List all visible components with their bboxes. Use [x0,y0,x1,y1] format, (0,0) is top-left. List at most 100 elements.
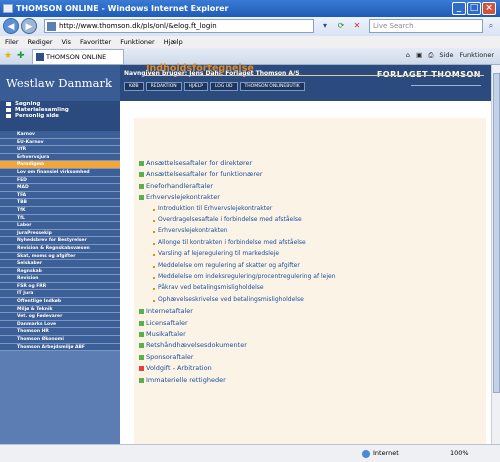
top-links: KØB REDAKTION HJÆLP LOG UD THOMSON ONLINEBUT… [124,82,307,91]
dropdown-icon[interactable]: ▾ [318,19,332,33]
sidebar-item[interactable]: TBB [0,199,120,207]
toc-item[interactable]: Eneforhandleraftaler [139,182,213,190]
menu-view[interactable]: Vis [62,38,72,46]
favorites-star-icon[interactable]: ★ [4,51,12,61]
link-redaktion[interactable]: REDAKTION [145,82,182,91]
sidebar-item[interactable]: Nyhedsbrev for Bestyrelser [0,237,120,245]
toc-item[interactable]: Erhvervslejekontrakter [139,193,220,201]
add-favorite-icon[interactable]: ✚ [17,51,25,61]
sidebar-item[interactable]: Regnskab [0,267,120,276]
sidebar-item[interactable]: Selskaber [0,260,120,268]
sidebar-item[interactable]: Revision & Regnskabsvæsen [0,244,120,253]
sidebar-item[interactable]: JuraPressekip [0,229,120,238]
sidebar-item[interactable]: Revision [0,275,120,283]
sidebar-item[interactable]: TfK [0,206,120,215]
sidebar-item[interactable]: Thomson Økonomi [0,336,120,344]
expand-icon[interactable] [139,309,144,315]
home-icon[interactable]: ⌂ [406,51,410,59]
toc-subitem[interactable]: Meddelelse om regulering af skatter og a… [153,261,300,269]
search-input[interactable]: Live Search [369,19,483,33]
expand-icon[interactable] [139,354,144,360]
expand-icon[interactable] [139,161,144,166]
menu-file[interactable]: Filer [5,38,19,46]
westlaw-logo[interactable]: Westlaw Danmark [0,65,120,101]
toc-label: Meddelelse om indeksregulering/procentre… [158,273,336,280]
stop-icon[interactable]: ✕ [350,19,364,33]
toc-label: Meddelelse om regulering af skatter og a… [158,261,300,269]
toc-item[interactable]: Ansættelsesaftaler for direktører [139,159,252,167]
sidebar-item[interactable]: IT Jura [0,290,120,299]
refresh-icon[interactable]: ⟳ [334,19,348,33]
expand-icon[interactable] [139,366,144,372]
menu-tools[interactable]: Funktioner [120,38,155,46]
sidebar-item[interactable]: Miljø & Teknik [0,305,120,314]
link-help[interactable]: HJÆLP [183,82,208,91]
expand-icon[interactable] [139,332,144,337]
link-logout[interactable]: LOG UD [209,82,238,91]
tab-thomson-online[interactable]: THOMSON ONLINE [32,49,124,64]
expand-icon[interactable] [139,343,144,349]
feeds-icon[interactable]: ▣ [416,51,422,59]
forward-button[interactable]: ▶ [21,18,37,34]
sidebar-item[interactable]: Skat, moms og afgifter [0,252,120,261]
expand-icon[interactable] [139,172,144,178]
sidebar-item[interactable]: FSR og FRR [0,282,120,291]
sidebar-item[interactable]: EU-Karnov [0,138,120,147]
sidebar-item[interactable]: Lov om finansiel virksomhed [0,168,120,177]
menu-edit[interactable]: Rediger [28,38,53,46]
toc-subitem[interactable]: Overdragelsesaftale i forbindelse med af… [153,216,302,223]
link-webshop[interactable]: THOMSON ONLINEBUTIK [239,82,305,91]
sidebar-item[interactable]: FED [0,176,120,185]
minimize-button[interactable]: _ [452,2,466,15]
sidebar-item[interactable]: Thomson HR [0,328,120,337]
menu-help[interactable]: Hjælp [164,38,183,46]
scroll-thumb[interactable] [493,73,500,393]
toc-item[interactable]: Immaterielle rettigheder [139,376,226,384]
expand-icon[interactable] [139,377,144,383]
sidebar-item[interactable]: Danmarks Love [0,320,120,329]
page-menu[interactable]: Side [439,51,453,59]
maximize-button[interactable]: □ [467,2,481,15]
menu-favorites[interactable]: Favoritter [80,38,111,46]
sidebar-item[interactable]: Offentlige Indkøb [0,298,120,306]
toc-item[interactable]: Retshåndhævelsesdokumenter [139,341,247,349]
sidebar-item[interactable]: MAD [0,184,120,192]
toc-subitem[interactable]: Varsling af lejeregulering til markedsle… [152,250,279,257]
toc-subitem[interactable]: Meddelelse om indeksregulering/procentre… [153,273,336,280]
sidebar: Karnov EU-Karnov UfR Erhvervsjura Paradigma L… [0,131,120,444]
expand-icon[interactable] [139,195,144,201]
toc-subitem[interactable]: Ophævelseskrivelse ved betalingsmisligho… [153,296,304,303]
tools-menu[interactable]: Funktioner [459,51,494,59]
toc-subitem[interactable]: Påkrav ved betalingsmisligholdelse [153,284,264,291]
toc-item[interactable]: Licensaftaler [139,319,188,327]
toc-label: Introduktion til Erhvervslejekontrakter [158,204,273,212]
search-icon[interactable]: ⌕ [484,19,498,33]
sidebar-item[interactable]: Karnov [0,131,120,139]
sidebar-item[interactable]: TFA [0,191,120,200]
toc-subitem[interactable]: Erhvervslejekontrakten [153,227,228,234]
close-button[interactable]: × [482,2,496,15]
expand-icon[interactable] [139,320,144,326]
address-field[interactable]: http://www.thomson.dk/pls/onl/&elog.ft_l… [44,19,314,33]
toc-subitem[interactable]: Allonge til kontrakten i forbindelse med… [153,239,306,246]
toc-subitem[interactable]: Introduktion til Erhvervslejekontrakter [152,204,273,212]
vertical-scrollbar[interactable] [491,65,500,444]
zoom-level[interactable]: 100% [450,445,469,462]
back-button[interactable]: ◀ [3,18,19,34]
toc-item[interactable]: Sponsoraftaler [139,353,194,361]
toc-item[interactable]: Voldgift - Arbitration [139,364,212,372]
link-personal[interactable]: Personlig side [0,113,120,119]
print-icon[interactable]: ⎙ [428,51,433,59]
sidebar-item[interactable]: Vet. og Fødevarer [0,313,120,321]
sidebar-item[interactable]: Thomson Arbejdsmiljø ABF [0,343,120,352]
expand-icon[interactable] [139,183,144,189]
sidebar-item[interactable]: Labor [0,222,120,230]
toc-item[interactable]: Internetaftaler [139,307,193,315]
sidebar-item[interactable]: UfR [0,146,120,154]
sidebar-item[interactable]: Erhvervsjura [0,153,120,162]
sidebar-item[interactable]: Paradigma [0,161,120,169]
sidebar-item[interactable]: TfL [0,214,120,223]
toc-item[interactable]: Musikaftaler [139,330,186,338]
link-buy[interactable]: KØB [124,82,144,91]
toc-item[interactable]: Ansættelsesaftaler for funktionærer [139,170,263,178]
